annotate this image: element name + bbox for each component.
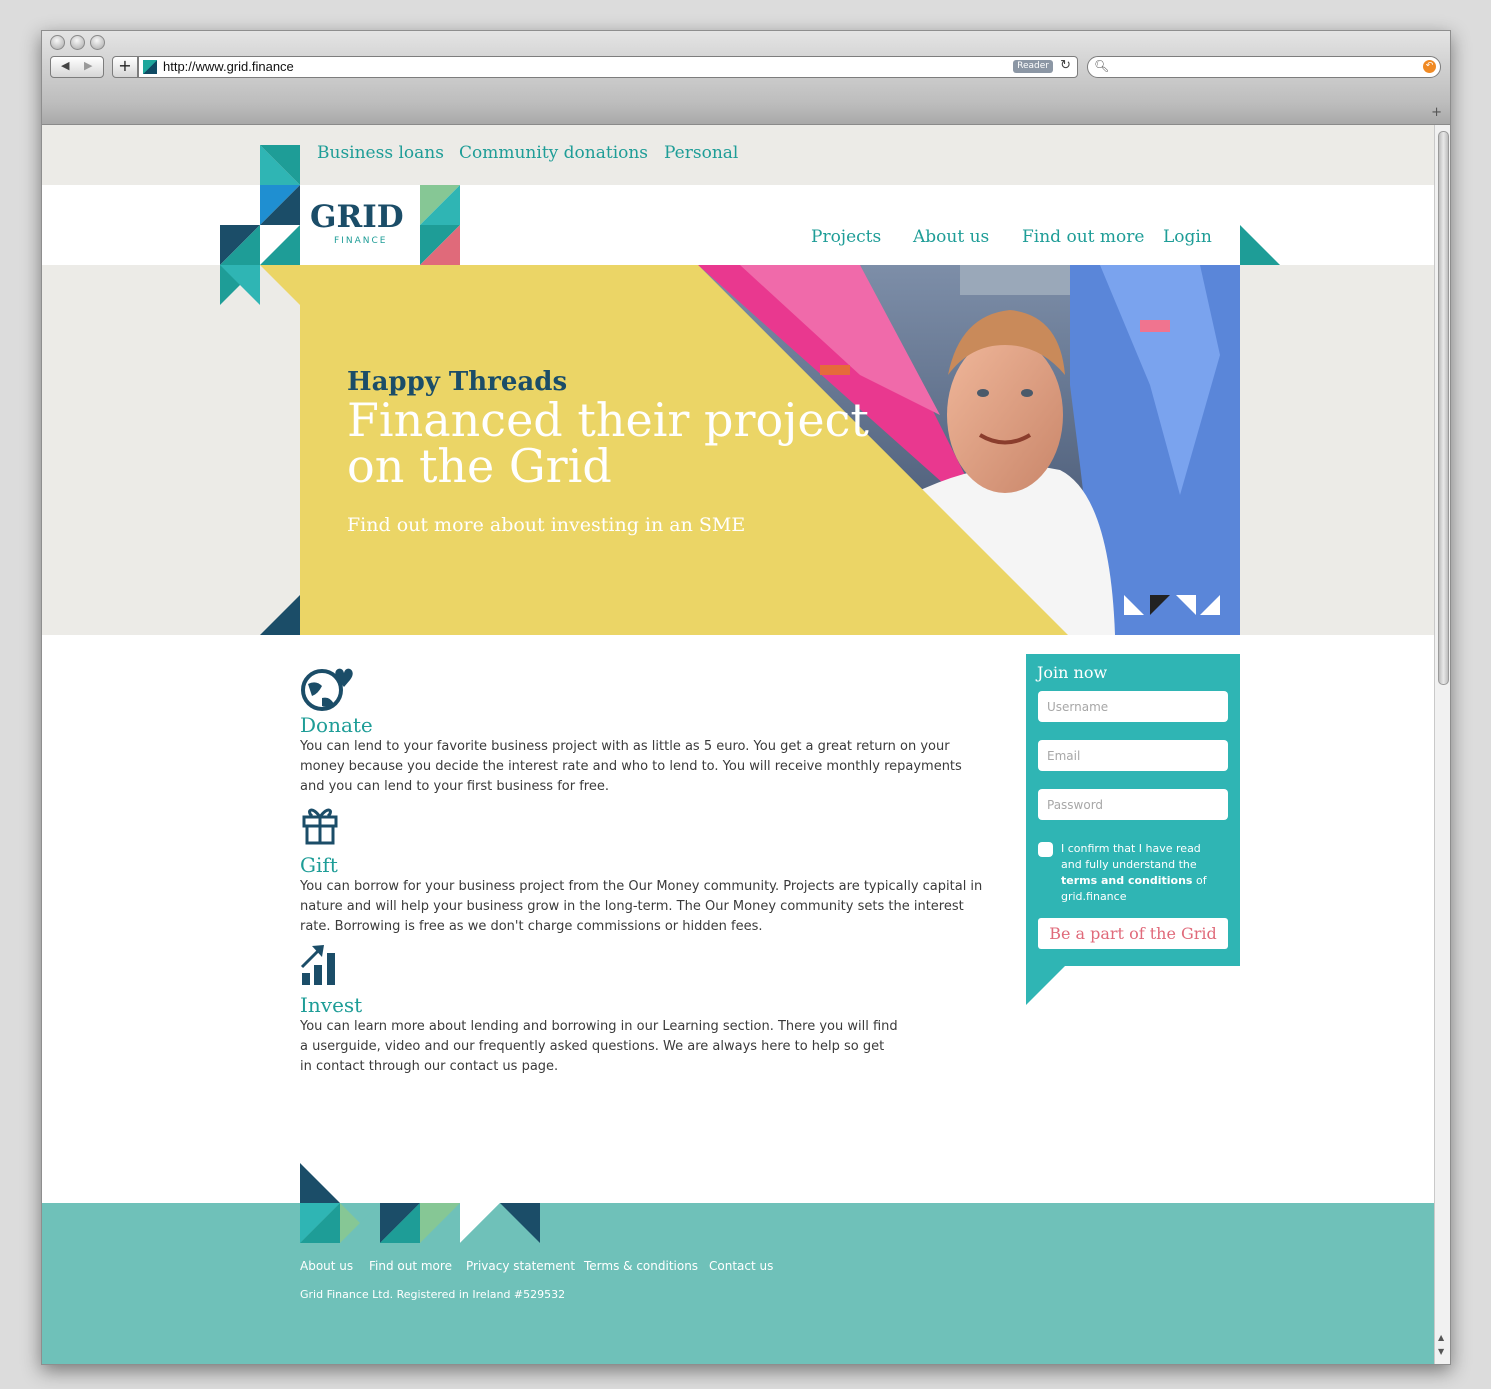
slide-dot-3[interactable] — [1176, 595, 1196, 615]
globe-heart-icon — [301, 668, 353, 711]
feature-title-donate: Donate — [300, 713, 373, 737]
logo-subtitle: FINANCE — [334, 236, 388, 246]
slide-dot-1[interactable] — [1124, 595, 1144, 615]
footer-copyright: Grid Finance Ltd. Registered in Ireland … — [300, 1288, 566, 1301]
reload-icon[interactable]: ↻ — [1060, 58, 1071, 73]
snapback-icon[interactable]: ↶ — [1423, 60, 1436, 73]
scroll-up-icon[interactable]: ▲ — [1438, 1333, 1444, 1342]
terms-link[interactable]: terms and conditions — [1061, 874, 1192, 887]
footer-link-terms[interactable]: Terms & conditions — [584, 1259, 698, 1273]
username-field[interactable] — [1038, 691, 1228, 722]
nav-find-out-more[interactable]: Find out more — [1022, 227, 1144, 247]
slide-dot-4[interactable] — [1200, 595, 1220, 615]
url-text[interactable]: http://www.grid.finance — [163, 59, 294, 74]
history-nav: ◀ ▶ — [50, 56, 104, 78]
site-footer — [42, 1203, 1434, 1364]
add-tab-icon[interactable]: + — [1431, 105, 1442, 120]
add-bookmark-button[interactable]: + — [112, 56, 138, 78]
feature-title-gift: Gift — [300, 853, 338, 877]
feature-title-invest: Invest — [300, 993, 363, 1017]
join-submit-button[interactable]: Be a part of the Grid — [1038, 918, 1228, 949]
footer-link-privacy[interactable]: Privacy statement — [466, 1259, 575, 1273]
minimize-window-button[interactable] — [70, 35, 85, 50]
carousel-indicators — [1124, 595, 1220, 615]
terms-text-prefix: I confirm that I have read and fully und… — [1061, 842, 1201, 871]
gift-icon — [302, 808, 338, 845]
browser-toolbar: ◀ ▶ + http://www.grid.finance Reader ↻ 🔍… — [42, 31, 1450, 104]
join-title: Join now — [1037, 663, 1108, 682]
address-bar[interactable]: http://www.grid.finance Reader ↻ — [138, 56, 1078, 78]
zoom-window-button[interactable] — [90, 35, 105, 50]
password-field[interactable] — [1038, 789, 1228, 820]
bookmarks-bar: + — [42, 103, 1450, 125]
footer-link-contact[interactable]: Contact us — [709, 1259, 773, 1273]
scroll-down-icon[interactable]: ▼ — [1438, 1347, 1444, 1356]
email-field[interactable] — [1038, 740, 1228, 771]
feature-text-gift: You can borrow for your business project… — [300, 879, 983, 934]
nav-about-us[interactable]: About us — [913, 227, 989, 247]
nav-projects[interactable]: Projects — [811, 227, 881, 247]
search-icon: 🔍︎ — [1094, 59, 1110, 73]
hero-cta-link[interactable]: Find out more about investing in an SME — [347, 514, 745, 536]
close-window-button[interactable] — [50, 35, 65, 50]
growth-chart-icon — [300, 945, 335, 985]
hero-title: Financed their project on the Grid — [347, 393, 869, 493]
feature-text-invest: You can learn more about lending and bor… — [300, 1019, 898, 1074]
footer-triangle-mosaic — [300, 1163, 540, 1243]
join-box-tail — [1026, 965, 1066, 1005]
hero-corner-triangle — [260, 595, 300, 635]
vertical-scrollbar[interactable]: ▲ ▼ — [1434, 125, 1450, 1364]
search-field[interactable]: 🔍︎ ↶ — [1087, 56, 1441, 78]
back-icon[interactable]: ◀ — [61, 59, 69, 72]
nav-login[interactable]: Login — [1163, 227, 1212, 247]
browser-window: ◀ ▶ + http://www.grid.finance Reader ↻ 🔍… — [41, 30, 1451, 1365]
feature-text-donate: You can lend to your favorite business p… — [300, 739, 962, 794]
reader-button[interactable]: Reader — [1013, 60, 1053, 73]
terms-confirmation: I confirm that I have read and fully und… — [1061, 841, 1221, 905]
forward-icon[interactable]: ▶ — [84, 59, 92, 72]
scrollbar-thumb[interactable] — [1438, 131, 1449, 685]
site-logo[interactable]: GRID — [310, 199, 404, 235]
join-form: Join now I confirm that I have read and … — [1026, 654, 1240, 966]
footer-link-about-us[interactable]: About us — [300, 1259, 353, 1273]
slide-dot-2[interactable] — [1150, 595, 1170, 615]
terms-checkbox[interactable] — [1038, 842, 1053, 857]
page-viewport: Business loans Community donations Perso… — [42, 125, 1434, 1364]
footer-link-find-out-more[interactable]: Find out more — [369, 1259, 452, 1273]
site-favicon-icon — [143, 60, 157, 74]
